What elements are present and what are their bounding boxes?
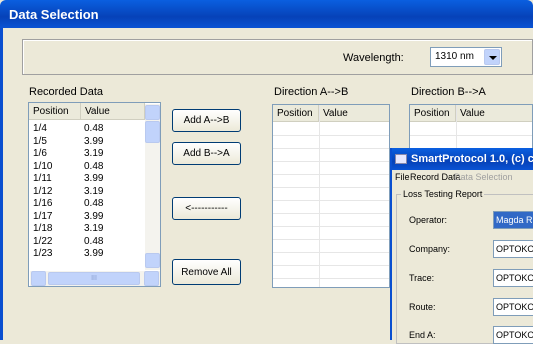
end-a-label: End A: [409, 330, 436, 340]
route-field[interactable]: OPTOKON [493, 298, 533, 316]
operator-label: Operator: [409, 215, 448, 225]
row-value: 0.48 [84, 235, 104, 247]
scroll-up-icon[interactable] [145, 105, 160, 120]
company-label: Company: [409, 244, 451, 254]
column-header-value[interactable]: Value [456, 105, 532, 122]
row-position: 1/18 [33, 223, 53, 234]
remove-all-button[interactable]: Remove All [172, 259, 241, 285]
row-position: 1/23 [33, 248, 53, 259]
wavelength-label: Wavelength: [343, 52, 404, 64]
row-position: 1/10 [33, 160, 53, 172]
direction-ab-list[interactable]: Position Value [272, 104, 390, 288]
row-value: 3.99 [84, 210, 104, 222]
scroll-right-icon[interactable] [144, 271, 159, 286]
row-position: 1/11 [33, 173, 52, 184]
menu-file[interactable]: File [395, 172, 410, 182]
window-title: Data Selection [9, 7, 99, 22]
menu-bar: File Record Data Data Selection [392, 170, 533, 184]
row-position: 1/16 [33, 198, 53, 209]
wavelength-value: 1310 nm [435, 51, 474, 62]
route-label: Route: [409, 302, 436, 312]
add-b-to-a-button[interactable]: Add B-->A [172, 142, 241, 165]
operator-field[interactable]: Magda Ru [493, 211, 533, 229]
company-field[interactable]: OPTOKON [493, 240, 533, 258]
wavelength-dropdown[interactable]: 1310 nm [430, 47, 502, 67]
data-selection-window: Data Selection Wavelength: 1310 nm Recor… [0, 0, 533, 344]
end-a-field[interactable]: OPTOKON [493, 326, 533, 344]
title-bar[interactable]: Data Selection [0, 0, 533, 28]
row-position: 1/17 [33, 210, 53, 222]
row-value: 3.19 [84, 223, 104, 234]
row-position: 1/22 [33, 235, 53, 247]
thumb-grip: III [91, 275, 97, 282]
app-icon [395, 154, 407, 164]
column-header-position[interactable]: Position [29, 103, 81, 120]
row-value: 3.99 [84, 173, 104, 184]
direction-ab-title: Direction A-->B [274, 86, 349, 98]
row-value: 0.48 [84, 198, 104, 209]
recorded-data-list[interactable]: Position Value 1/4 0.48 1/5 3.99 1/6 3.19 1/10… [28, 102, 161, 287]
row-position: 1/12 [33, 185, 53, 197]
scroll-down-icon[interactable] [145, 253, 160, 268]
column-header-value[interactable]: Value [319, 105, 389, 122]
smartprotocol-title: SmartProtocol 1.0, (c) co [411, 153, 533, 165]
direction-ba-list[interactable]: Position Value [409, 104, 533, 154]
row-value: 3.19 [84, 148, 104, 159]
row-position: 1/5 [33, 135, 47, 147]
row-value: 0.48 [84, 123, 104, 134]
smartprotocol-window: SmartProtocol 1.0, (c) co File Record Da… [390, 148, 533, 344]
menu-record-data[interactable]: Record Data [410, 172, 461, 182]
window-border [0, 28, 3, 340]
menu-data-selection[interactable]: Data Selection [454, 172, 513, 182]
move-back-button[interactable]: <----------- [172, 197, 241, 220]
chevron-down-icon[interactable] [484, 49, 500, 65]
horizontal-scrollbar[interactable]: III [30, 271, 160, 286]
row-position: 1/4 [33, 123, 47, 134]
column-header-value[interactable]: Value [81, 103, 145, 120]
group-label: Loss Testing Report [401, 189, 485, 199]
row-position: 1/6 [33, 148, 47, 159]
direction-ba-title: Direction B-->A [411, 86, 486, 98]
row-value: 3.19 [84, 185, 104, 197]
scroll-left-icon[interactable] [31, 271, 46, 286]
row-value: 3.99 [84, 135, 104, 147]
column-header-position[interactable]: Position [410, 105, 456, 122]
trace-label: Trace: [409, 273, 435, 283]
vertical-scrollbar[interactable] [145, 104, 160, 270]
smartprotocol-title-bar[interactable]: SmartProtocol 1.0, (c) co [392, 148, 533, 170]
scroll-thumb[interactable] [145, 121, 160, 143]
trace-field[interactable]: OPTOKON [493, 269, 533, 287]
row-value: 0.48 [84, 160, 104, 172]
column-header-position[interactable]: Position [273, 105, 319, 122]
horizontal-thumb[interactable]: III [48, 272, 140, 285]
add-a-to-b-button[interactable]: Add A-->B [172, 109, 241, 132]
row-value: 3.99 [84, 248, 104, 259]
recorded-data-title: Recorded Data [29, 86, 103, 98]
